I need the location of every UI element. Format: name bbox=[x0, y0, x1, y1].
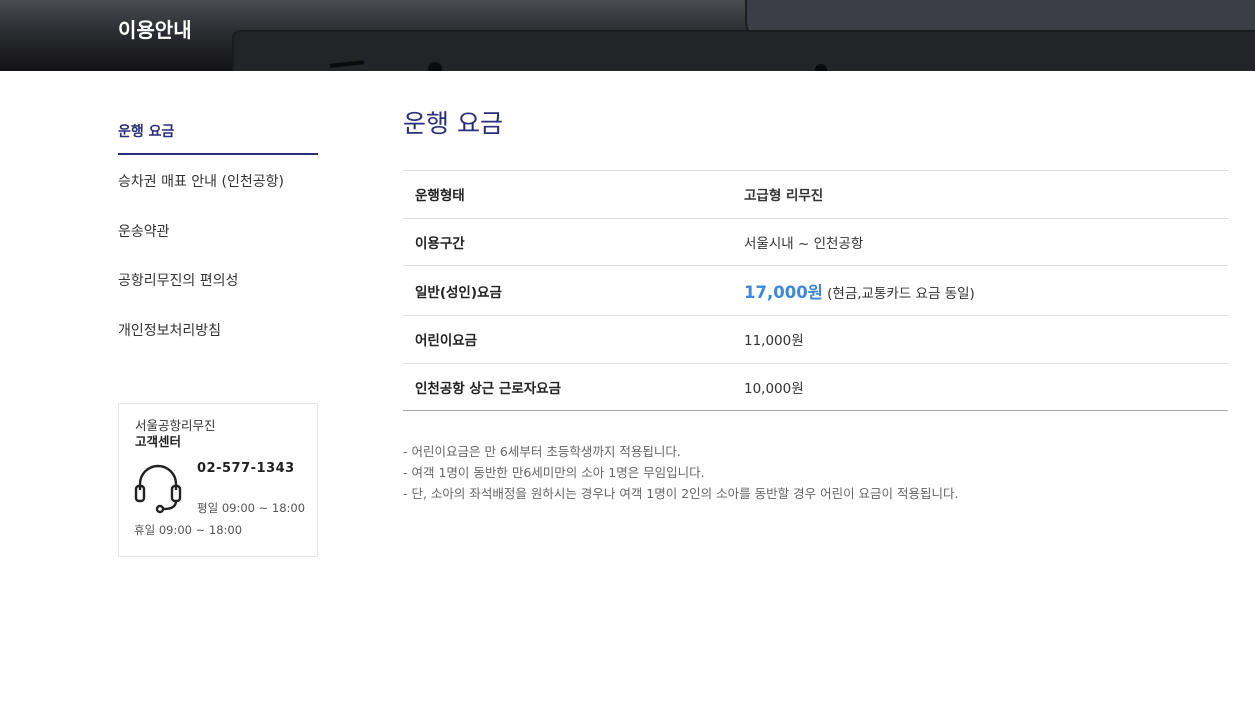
hero-banner: 이용안내 bbox=[0, 0, 1255, 71]
customer-service-box: 서울공항리무진 고객센터 02-577-1343 평일 09:00 ~ 18:0… bbox=[118, 403, 318, 557]
cs-center-label: 고객센터 bbox=[135, 434, 182, 449]
table-value-cell: 17,000원 (현금,교통카드 요금 동일) bbox=[744, 266, 1228, 316]
sidebar-item-ticketing[interactable]: 승차권 매표 안내 (인천공항) bbox=[118, 163, 318, 213]
headset-icon bbox=[134, 464, 182, 514]
adult-fare-price: 17,000원 bbox=[744, 282, 823, 302]
note-item: - 단, 소아의 좌석배정을 원하시는 경우나 여객 1명이 2인의 소아를 동… bbox=[403, 486, 959, 501]
table-header-cell: 인천공항 상근 근로자요금 bbox=[415, 380, 562, 397]
banner-image-detail bbox=[428, 62, 442, 71]
table-value-cell: 11,000원 bbox=[744, 333, 804, 350]
sidebar-item-convenience[interactable]: 공항리무진의 편의성 bbox=[118, 262, 318, 312]
cs-company-name: 서울공항리무진 bbox=[135, 418, 216, 433]
page-title: 운행 요금 bbox=[403, 109, 503, 138]
sidebar-item-terms[interactable]: 운송약관 bbox=[118, 213, 318, 263]
table-header-cell: 이용구간 bbox=[415, 235, 465, 252]
table-row: 운행형태 고급형 리무진 bbox=[403, 171, 1228, 218]
fare-table: 운행형태 고급형 리무진 이용구간 서울시내 ~ 인천공항 일반(성인)요금 1… bbox=[403, 170, 1228, 411]
table-row: 인천공항 상근 근로자요금 10,000원 bbox=[403, 363, 1228, 411]
page-header-title: 이용안내 bbox=[118, 18, 192, 42]
cs-holiday-hours: 휴일 09:00 ~ 18:00 bbox=[134, 523, 243, 537]
table-header-cell: 어린이요금 bbox=[415, 333, 478, 350]
note-item: - 어린이요금은 만 6세부터 초등학생까지 적용됩니다. bbox=[403, 444, 681, 459]
table-value-cell: 10,000원 bbox=[744, 380, 804, 397]
sidebar-item-fare[interactable]: 운행 요금 bbox=[118, 113, 318, 155]
sidebar-nav: 운행 요금 승차권 매표 안내 (인천공항) 운송약관 공항리무진의 편의성 개… bbox=[118, 113, 318, 361]
table-value-cell: 고급형 리무진 bbox=[744, 188, 824, 205]
table-row: 어린이요금 11,000원 bbox=[403, 316, 1228, 363]
adult-fare-note: (현금,교통카드 요금 동일) bbox=[827, 285, 975, 302]
fare-notes: - 어린이요금은 만 6세부터 초등학생까지 적용됩니다. - 여객 1명이 동… bbox=[403, 441, 1228, 504]
table-header-cell: 일반(성인)요금 bbox=[415, 284, 502, 301]
main-content: 운행 요금 운행형태 고급형 리무진 이용구간 서울시내 ~ 인천공항 일반(성… bbox=[403, 107, 1228, 504]
table-header-cell: 운행형태 bbox=[415, 188, 465, 205]
banner-image-shape bbox=[232, 30, 1255, 71]
banner-image-detail bbox=[815, 64, 827, 71]
table-value-cell: 서울시내 ~ 인천공항 bbox=[744, 235, 864, 252]
sidebar-item-privacy[interactable]: 개인정보처리방침 bbox=[118, 312, 318, 362]
cs-weekday-hours: 평일 09:00 ~ 18:00 bbox=[197, 501, 306, 515]
note-item: - 여객 1명이 동반한 만6세미만의 소아 1명은 무임입니다. bbox=[403, 465, 705, 480]
cs-phone-number: 02-577-1343 bbox=[197, 461, 295, 476]
table-row: 일반(성인)요금 17,000원 (현금,교통카드 요금 동일) bbox=[403, 266, 1228, 316]
table-row: 이용구간 서울시내 ~ 인천공항 bbox=[403, 218, 1228, 266]
